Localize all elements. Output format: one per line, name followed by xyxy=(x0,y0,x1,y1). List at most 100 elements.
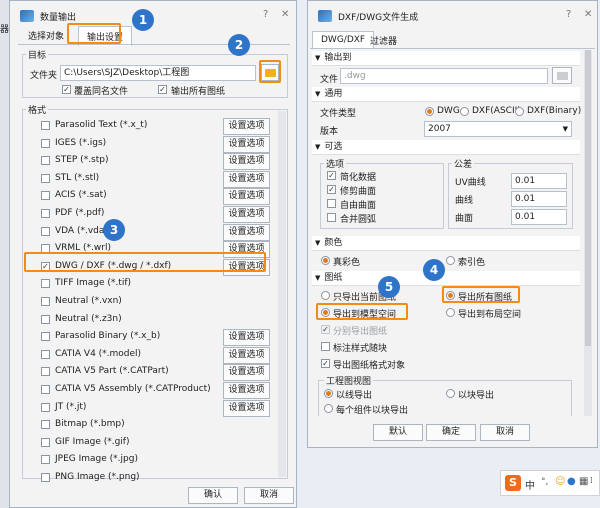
apps-icon[interactable]: ⁞ xyxy=(590,476,593,486)
tab-filter[interactable]: 过滤器 xyxy=(370,34,397,47)
default-button[interactable]: 默认 xyxy=(373,424,423,441)
format-checkbox[interactable] xyxy=(41,227,50,236)
tolerance-input[interactable]: 0.01 xyxy=(511,173,567,189)
view-line-radio[interactable] xyxy=(324,389,333,398)
format-checkbox[interactable] xyxy=(41,350,50,359)
format-settings-button[interactable]: 设置选项 xyxy=(223,136,270,153)
format-checkbox[interactable] xyxy=(41,209,50,218)
format-settings-button[interactable]: 设置选项 xyxy=(223,171,270,188)
layout-space-radio[interactable] xyxy=(446,308,455,317)
tab-select-objects[interactable]: 选择对象 xyxy=(28,29,64,42)
format-settings-button[interactable]: 设置选项 xyxy=(223,382,270,399)
optional-section-title: 可选 xyxy=(324,142,343,152)
close-icon[interactable]: ✕ xyxy=(281,9,289,20)
close-icon[interactable]: ✕ xyxy=(584,9,592,20)
right-scroll-thumb[interactable] xyxy=(585,50,591,346)
output-section-header[interactable]: ▼ 输出到 xyxy=(312,51,580,66)
version-select[interactable]: 2007 ▼ xyxy=(424,121,572,137)
format-settings-button[interactable]: 设置选项 xyxy=(223,153,270,170)
format-checkbox[interactable] xyxy=(41,403,50,412)
format-checkbox[interactable] xyxy=(41,191,50,200)
folder-label: 文件夹 xyxy=(30,71,58,81)
format-settings-button[interactable]: 设置选项 xyxy=(223,364,270,381)
format-label: Parasolid Binary (*.x_b) xyxy=(55,331,161,341)
tab-dwg-dxf[interactable]: DWG/DXF xyxy=(312,31,375,48)
format-checkbox[interactable] xyxy=(41,279,50,288)
format-label: Bitmap (*.bmp) xyxy=(55,419,125,429)
format-checkbox[interactable] xyxy=(41,420,50,429)
format-settings-button[interactable]: 设置选项 xyxy=(223,224,270,241)
cancel-button[interactable]: 取消 xyxy=(480,424,530,441)
punctuation-mode[interactable]: °, xyxy=(541,477,548,487)
tolerance-input[interactable]: 0.01 xyxy=(511,191,567,207)
ok-button[interactable]: 确定 xyxy=(426,424,476,441)
help-icon[interactable]: ? xyxy=(263,9,268,20)
color-section-header[interactable]: ▼ 颜色 xyxy=(312,236,580,251)
format-settings-button[interactable]: 设置选项 xyxy=(223,400,270,417)
filetype-dxf-ascii-radio[interactable] xyxy=(460,107,469,116)
file-browse-button[interactable] xyxy=(552,67,572,84)
tolerance-group-title: 公差 xyxy=(452,157,475,170)
filetype-dxf-ascii-label: DXF(ASCII) xyxy=(472,106,521,116)
format-checkbox[interactable] xyxy=(41,385,50,394)
option-checkbox[interactable] xyxy=(327,213,336,222)
view-block-radio[interactable] xyxy=(446,389,455,398)
optional-section-header[interactable]: ▼ 可选 xyxy=(312,140,580,155)
option-label: 简化数据 xyxy=(340,173,377,183)
option-checkbox[interactable]: ✓ xyxy=(327,185,336,194)
format-checkbox[interactable] xyxy=(41,315,50,324)
format-checkbox[interactable] xyxy=(41,473,50,482)
drawing-section-header[interactable]: ▼ 图纸 xyxy=(312,271,580,286)
format-label: Neutral (*.z3n) xyxy=(55,314,122,324)
format-checkbox[interactable] xyxy=(41,156,50,165)
format-checkbox[interactable] xyxy=(41,438,50,447)
general-section-header[interactable]: ▼ 通用 xyxy=(312,87,580,102)
format-label: ACIS (*.sat) xyxy=(55,190,107,200)
export-frame-checkbox[interactable]: ✓ xyxy=(321,359,330,368)
format-settings-button[interactable]: 设置选项 xyxy=(223,206,270,223)
background-sidebar-fragment: 器 xyxy=(0,25,10,35)
version-value: 2007 xyxy=(428,124,451,134)
help-icon[interactable]: ? xyxy=(566,9,571,20)
tolerance-input[interactable]: 0.01 xyxy=(511,209,567,225)
export-current-radio[interactable] xyxy=(321,291,330,300)
format-group-title: 格式 xyxy=(26,103,49,116)
keyboard-icon[interactable]: ▦ xyxy=(579,476,588,487)
microphone-icon[interactable]: ● xyxy=(567,476,576,487)
view-group-title: 工程图视图 xyxy=(324,374,374,387)
file-input[interactable]: .dwg xyxy=(340,68,548,84)
filetype-dxf-binary-radio[interactable] xyxy=(515,107,524,116)
format-scrollbar[interactable] xyxy=(278,111,286,477)
cancel-button[interactable]: 取消 xyxy=(244,487,294,504)
true-color-radio[interactable] xyxy=(321,256,330,265)
format-label: VDA (*.vda) xyxy=(55,226,108,236)
format-label: TIFF Image (*.tif) xyxy=(55,278,131,288)
tolerance-label: 曲线 xyxy=(455,196,474,206)
format-settings-button[interactable]: 设置选项 xyxy=(223,188,270,205)
overwrite-checkbox[interactable]: ✓ xyxy=(62,85,71,94)
option-checkbox[interactable]: ✓ xyxy=(327,171,336,180)
format-settings-button[interactable]: 设置选项 xyxy=(223,118,270,135)
confirm-button[interactable]: 确认 xyxy=(188,487,238,504)
format-settings-button[interactable]: 设置选项 xyxy=(223,329,270,346)
emoji-icon[interactable]: ☺ xyxy=(555,476,565,487)
highlight-export-all xyxy=(442,286,520,303)
format-checkbox[interactable] xyxy=(41,367,50,376)
split-export-checkbox[interactable]: ✓ xyxy=(321,325,330,334)
format-checkbox[interactable] xyxy=(41,332,50,341)
format-checkbox[interactable] xyxy=(41,455,50,464)
format-settings-button[interactable]: 设置选项 xyxy=(223,347,270,364)
format-checkbox[interactable] xyxy=(41,174,50,183)
format-checkbox[interactable] xyxy=(41,139,50,148)
view-each-radio[interactable] xyxy=(324,404,333,413)
format-checkbox[interactable] xyxy=(41,297,50,306)
callout-2: 2 xyxy=(228,34,250,56)
ime-mode[interactable]: 中 xyxy=(525,477,535,492)
format-checkbox[interactable] xyxy=(41,121,50,130)
export-all-sheets-checkbox[interactable]: ✓ xyxy=(158,85,167,94)
annotation-block-checkbox[interactable] xyxy=(321,342,330,351)
index-color-radio[interactable] xyxy=(446,256,455,265)
option-checkbox[interactable] xyxy=(327,199,336,208)
filetype-dwg-radio[interactable] xyxy=(425,107,434,116)
folder-path-input[interactable]: C:\Users\SJZ\Desktop\工程图 xyxy=(60,65,256,81)
